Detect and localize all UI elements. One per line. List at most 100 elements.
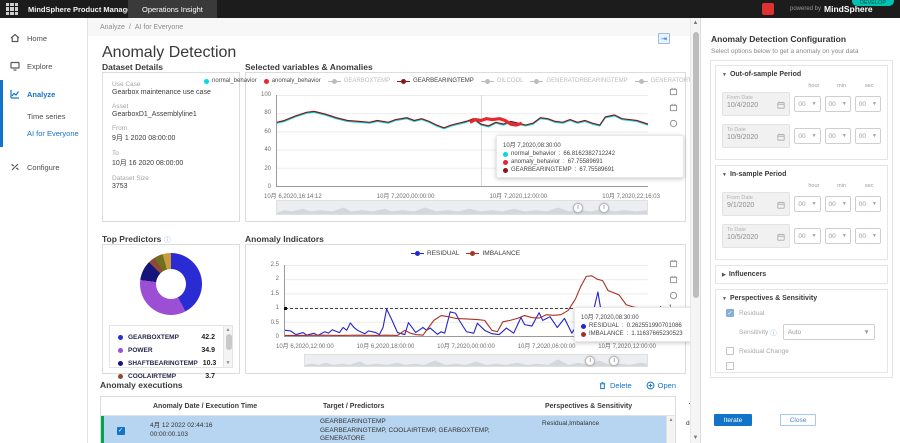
box-select-icon[interactable] <box>669 103 678 112</box>
box-zoom-icon[interactable] <box>669 87 678 96</box>
table-scrollbar[interactable]: ▲ <box>666 416 675 443</box>
ins-to-date-field[interactable]: To Date 10/5/2020 <box>722 224 791 248</box>
predictors-donut-chart[interactable] <box>140 253 202 315</box>
col-anomaly-date[interactable]: Anomaly Date / Execution Time <box>137 403 309 410</box>
legend-oilcool[interactable]: OILCOOL <box>480 78 523 84</box>
ins-to-sec-select[interactable]: 00 ▼ <box>854 228 881 244</box>
sensitivity-select[interactable]: Auto ▼ <box>782 324 875 340</box>
main-scrollbar[interactable]: ▲ ▼ <box>690 18 700 443</box>
perspectives-header[interactable]: ▼ Perspectives & Sensitivity <box>722 295 881 302</box>
plus-circle-icon <box>646 381 655 389</box>
influencers-header[interactable]: ▶ Influencers <box>722 271 881 278</box>
residual-change-checkbox[interactable] <box>726 347 734 355</box>
ins-to-min-select[interactable]: 00 ▼ <box>824 228 851 244</box>
row-checkbox[interactable]: ✓ <box>116 427 125 435</box>
sidebar-item-explore[interactable]: Explore <box>0 52 87 80</box>
navigator-handle-right[interactable]: ‖ <box>598 203 609 213</box>
calendar-icon <box>777 233 785 241</box>
box-zoom-icon[interactable] <box>669 259 678 268</box>
app-tab-operations-insight[interactable]: Operations Insight <box>128 0 217 18</box>
ins-from-min-select[interactable]: 00 ▼ <box>824 196 851 212</box>
sensitivity-info-icon[interactable]: ⓘ <box>770 327 777 337</box>
scroll-down-icon[interactable]: ▼ <box>224 360 232 366</box>
config-sections: ▼ Out-of-sample Period hour min sec From Da… <box>710 60 893 378</box>
delete-button[interactable]: Delete <box>598 381 632 390</box>
sidebar-item-ai-for-everyone[interactable]: AI for Everyone <box>3 125 87 142</box>
dataset-size-value: 3753 <box>112 183 128 190</box>
dataset-details-title: Dataset Details <box>102 62 163 72</box>
legend-gearboxtemp[interactable]: GEARBOXTEMP <box>327 78 390 84</box>
chevron-down-icon: ▼ <box>722 171 727 178</box>
navigator-handle-left[interactable]: ‖ <box>573 203 583 213</box>
oos-to-min-select[interactable]: 00 ▼ <box>824 128 851 144</box>
cell-target: GEARBEARINGTEMP GEARBEARINGTEMP, COOLAIRT… <box>320 417 490 443</box>
out-of-sample-header[interactable]: ▼ Out-of-sample Period <box>722 71 881 78</box>
col-type[interactable]: Type <box>665 403 690 410</box>
in-sample-header[interactable]: ▼ In-sample Period <box>722 171 881 178</box>
col-perspectives[interactable]: Perspectives & Sensitivity <box>535 403 665 410</box>
from-label: From <box>112 125 128 132</box>
dataset-size-label: Dataset Size <box>112 175 149 182</box>
predictor-marker <box>118 361 123 366</box>
legend-generatorbearingtemp[interactable]: GENERATORBEARINGTEMP <box>530 78 628 84</box>
open-button[interactable]: Open <box>646 381 676 390</box>
sidebar-item-home[interactable]: Home <box>0 24 87 52</box>
predictor-row-shaftbearingtemp[interactable]: SHAFTBEARINGTEMP 10.3 <box>112 357 221 370</box>
predictor-row-gearboxtemp[interactable]: GEARBOXTEMP 42.2 <box>112 331 221 344</box>
scroll-up-icon[interactable]: ▲ <box>224 327 232 333</box>
box-select-icon[interactable] <box>669 275 678 284</box>
time-headers: hour min sec <box>808 183 874 189</box>
chart-navigator[interactable]: ‖ ‖ <box>276 200 648 215</box>
sidebar-item-analyze[interactable]: Analyze <box>3 80 87 108</box>
ins-from-date-field[interactable]: From Date 9/1/2020 <box>722 192 791 216</box>
ins-from-hour-select[interactable]: 00 ▼ <box>794 196 821 212</box>
partial-checkbox[interactable] <box>726 362 734 370</box>
scroll-up-icon[interactable]: ▲ <box>667 417 675 423</box>
predictors-scrollbar[interactable]: ▲ ▼ <box>223 326 232 367</box>
tooltip-marker <box>581 323 586 329</box>
sidebar-item-configure[interactable]: Configure <box>0 153 87 181</box>
predictors-info-icon[interactable]: ⓘ <box>164 237 171 244</box>
app-launcher-icon[interactable] <box>6 3 18 15</box>
indicators-tooltip: 10月 7,2020,08:30:00 RESIDUAL: 0.26255199… <box>574 307 690 342</box>
col-target-predictors[interactable]: Target / Predictors <box>309 403 535 410</box>
predictor-row-power[interactable]: POWER 34.9 <box>112 344 221 357</box>
collapse-panel-icon[interactable]: ⇥ <box>658 33 670 44</box>
oos-to-date-field[interactable]: To Date 10/9/2020 <box>722 124 791 148</box>
indicators-navigator[interactable]: ‖ ‖ <box>304 354 648 367</box>
influencers-section: ▶ Influencers <box>715 265 888 284</box>
close-button[interactable]: Close <box>780 414 816 426</box>
main-content: Analyze / AI for Everyone Anomaly Detect… <box>88 18 690 443</box>
scroll-up-icon[interactable]: ▲ <box>691 20 700 26</box>
iterate-button[interactable]: Iterate <box>714 414 752 426</box>
oos-from-sec-select[interactable]: 00 ▼ <box>854 96 881 112</box>
dataset-details-card: Use Case Gearbox maintenance use case Ass… <box>102 72 240 222</box>
powered-by-label: powered by <box>790 6 822 12</box>
legend-imbalance[interactable]: IMBALANCE <box>466 250 520 257</box>
execution-row[interactable]: ✓ 4月 12 2022 02:44:16 00:00:00.103 GEARBE… <box>101 416 690 443</box>
oos-from-hour-select[interactable]: 00 ▼ <box>794 96 821 112</box>
oos-to-hour-select[interactable]: 00 ▼ <box>794 128 821 144</box>
oos-from-min-select[interactable]: 00 ▼ <box>824 96 851 112</box>
oos-from-date-field[interactable]: From Date 10/4/2020 <box>722 92 791 116</box>
legend-gearbearingtemp[interactable]: GEARBEARINGTEMP <box>397 78 474 84</box>
ins-from-sec-select[interactable]: 00 ▼ <box>854 196 881 212</box>
ins-to-hour-select[interactable]: 00 ▼ <box>794 228 821 244</box>
scroll-down-icon[interactable]: ▼ <box>691 435 700 441</box>
config-panel: Anomaly Detection Configuration Select o… <box>700 18 900 443</box>
oos-to-sec-select[interactable]: 00 ▼ <box>854 128 881 144</box>
legend-marker <box>530 78 544 84</box>
chevron-down-icon: ▼ <box>811 133 817 139</box>
chevron-down-icon: ▼ <box>872 133 877 139</box>
reset-zoom-icon[interactable] <box>669 291 678 300</box>
reset-zoom-icon[interactable] <box>669 119 678 128</box>
user-avatar[interactable] <box>762 3 774 15</box>
sidebar-item-time-series[interactable]: Time series <box>3 108 87 125</box>
residual-checkbox[interactable]: ✓ <box>726 309 734 317</box>
legend-generatorten[interactable]: GENERATORTEN <box>634 78 690 84</box>
legend-normal-behavior[interactable]: normal_behavior <box>204 78 257 84</box>
legend-anomaly-behavior[interactable]: anomaly_behavior <box>263 78 321 84</box>
y-axis-ticks: 100 80 60 40 20 0 <box>260 92 271 190</box>
breadcrumb-analyze[interactable]: Analyze <box>100 24 125 31</box>
legend-residual[interactable]: RESIDUAL <box>410 250 459 257</box>
